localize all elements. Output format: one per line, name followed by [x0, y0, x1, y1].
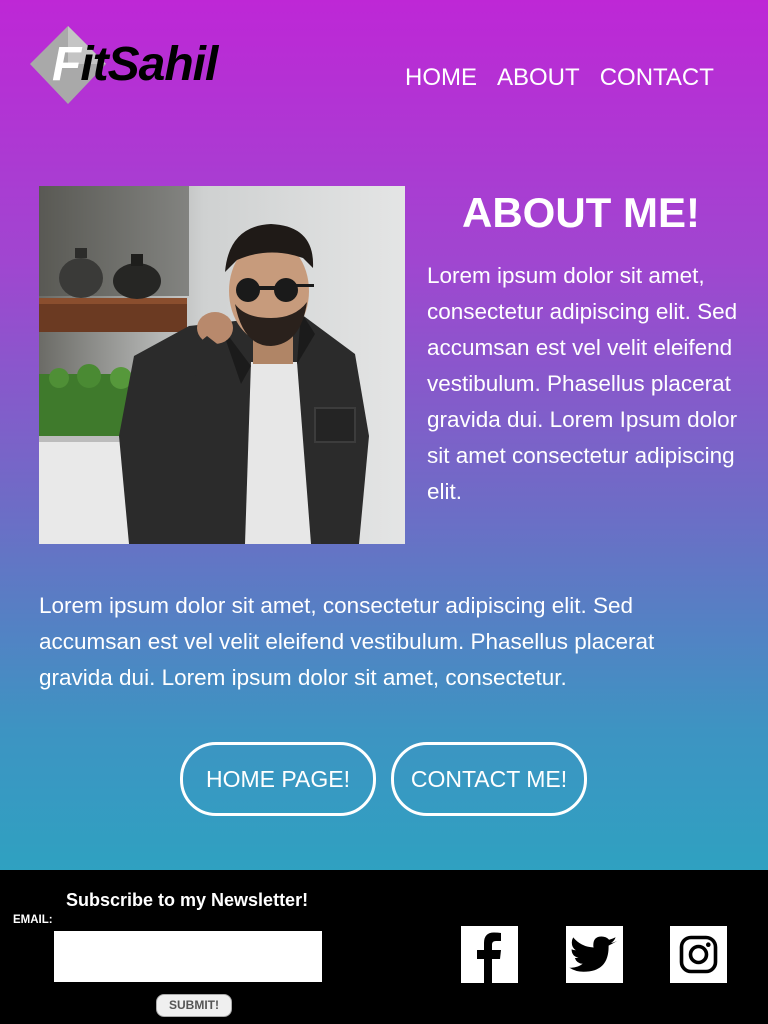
footer: Subscribe to my Newsletter! EMAIL: SUBMI…	[0, 870, 768, 1024]
logo-text-f: F	[52, 38, 81, 91]
twitter-icon	[569, 936, 617, 972]
instagram-link[interactable]	[670, 926, 727, 983]
page: FitSahil HOME ABOUT CONTACT ABOUT ME! Lo…	[0, 0, 768, 1024]
main-nav: HOME ABOUT CONTACT	[405, 62, 714, 94]
about-title: ABOUT ME!	[462, 189, 700, 236]
logo[interactable]: FitSahil	[30, 25, 270, 107]
twitter-link[interactable]	[566, 926, 623, 983]
submit-button[interactable]: SUBMIT!	[156, 994, 232, 1017]
home-page-button[interactable]: HOME PAGE!	[180, 742, 376, 816]
nav-home-link[interactable]: HOME	[405, 62, 477, 94]
profile-photo-illustration	[39, 186, 405, 544]
about-text: Lorem ipsum dolor sit amet, consectetur …	[427, 263, 738, 504]
contact-me-button[interactable]: CONTACT ME!	[391, 742, 587, 816]
newsletter-title: Subscribe to my Newsletter!	[66, 890, 309, 910]
facebook-icon	[477, 932, 501, 983]
nav-contact-link[interactable]: CONTACT	[600, 62, 714, 94]
nav-about-link[interactable]: ABOUT	[497, 62, 580, 94]
logo-text-rest: itSahil	[80, 38, 218, 91]
instagram-icon	[679, 935, 718, 974]
facebook-link[interactable]	[461, 926, 518, 983]
logo-text: FitSahil	[52, 38, 218, 91]
email-label: EMAIL:	[13, 914, 53, 926]
profile-photo	[39, 186, 405, 544]
email-field[interactable]	[54, 931, 322, 982]
main-section: FitSahil HOME ABOUT CONTACT ABOUT ME! Lo…	[0, 0, 768, 870]
intro-paragraph: Lorem ipsum dolor sit amet, consectetur …	[39, 593, 655, 690]
